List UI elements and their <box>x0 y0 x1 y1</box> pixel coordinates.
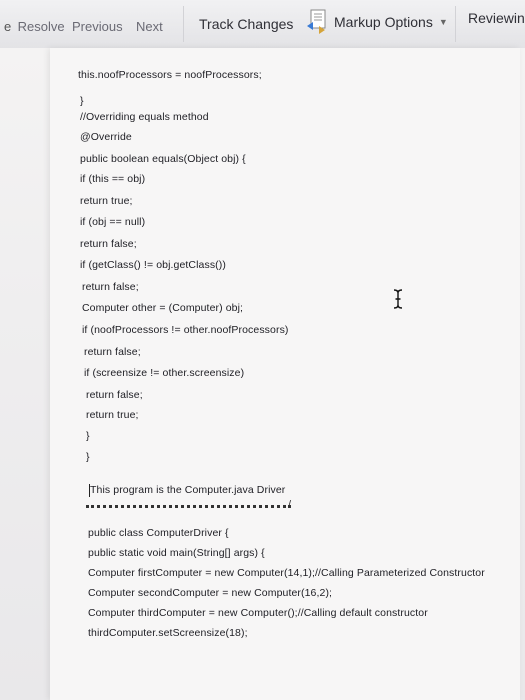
code-line: if (screensize != other.screensize) <box>84 367 245 379</box>
code-line: Computer thirdComputer = new Computer();… <box>88 607 428 619</box>
comment-end: / <box>288 499 292 511</box>
code-line: Computer other = (Computer) obj; <box>82 302 244 314</box>
dropdown-caret-icon: ▼ <box>438 17 448 27</box>
markup-options-button[interactable]: Markup Options ▼ <box>334 14 448 30</box>
code-line: public class ComputerDriver { <box>88 527 229 539</box>
code-line: return true; <box>80 195 133 207</box>
code-line: this.noofProcessors = noofProcessors; <box>78 69 262 81</box>
partial-icon: e <box>4 19 12 34</box>
code-line: } <box>80 95 84 107</box>
code-line: This program is the Computer.java Driver <box>90 484 286 496</box>
code-line: if (this == obj) <box>80 173 146 185</box>
toolbar-divider <box>183 6 184 42</box>
code-line: public boolean equals(Object obj) { <box>80 153 246 165</box>
code-line: if (getClass() != obj.getClass()) <box>80 259 226 271</box>
code-line: Computer secondComputer = new Computer(1… <box>88 587 333 599</box>
toolbar-divider <box>455 6 456 42</box>
code-line: thirdComputer.setScreensize(18); <box>88 627 248 639</box>
comment-divider <box>86 505 291 511</box>
code-line: return false; <box>84 346 141 358</box>
track-changes-button[interactable]: Track Changes <box>199 16 293 32</box>
text-caret <box>89 484 90 497</box>
code-line: } <box>86 430 90 442</box>
code-line: return false; <box>86 389 143 401</box>
next-button[interactable]: Next <box>136 19 163 34</box>
code-line: @Override <box>80 131 132 143</box>
code-line: if (obj == null) <box>80 216 146 228</box>
resolve-label: Resolve <box>17 19 65 34</box>
reviewing-button[interactable]: Reviewing <box>468 10 525 26</box>
markup-options-icon[interactable] <box>305 8 329 36</box>
code-line: } <box>86 451 90 463</box>
code-line: //Overriding equals method <box>80 111 209 123</box>
review-toolbar: e Resolve Previous Next Track Changes Ma… <box>0 0 525 49</box>
code-line: return false; <box>80 238 137 250</box>
markup-options-label: Markup Options <box>334 14 433 30</box>
previous-button[interactable]: Previous <box>72 19 123 34</box>
code-line: return false; <box>82 281 139 293</box>
code-line: Computer firstComputer = new Computer(14… <box>88 567 485 579</box>
ibeam-cursor-icon <box>393 289 403 309</box>
code-line: public static void main(String[] args) { <box>88 547 265 559</box>
code-line: return true; <box>86 409 139 421</box>
code-line: if (noofProcessors != other.noofProcesso… <box>82 324 289 336</box>
resolve-button[interactable]: e Resolve <box>4 19 65 34</box>
